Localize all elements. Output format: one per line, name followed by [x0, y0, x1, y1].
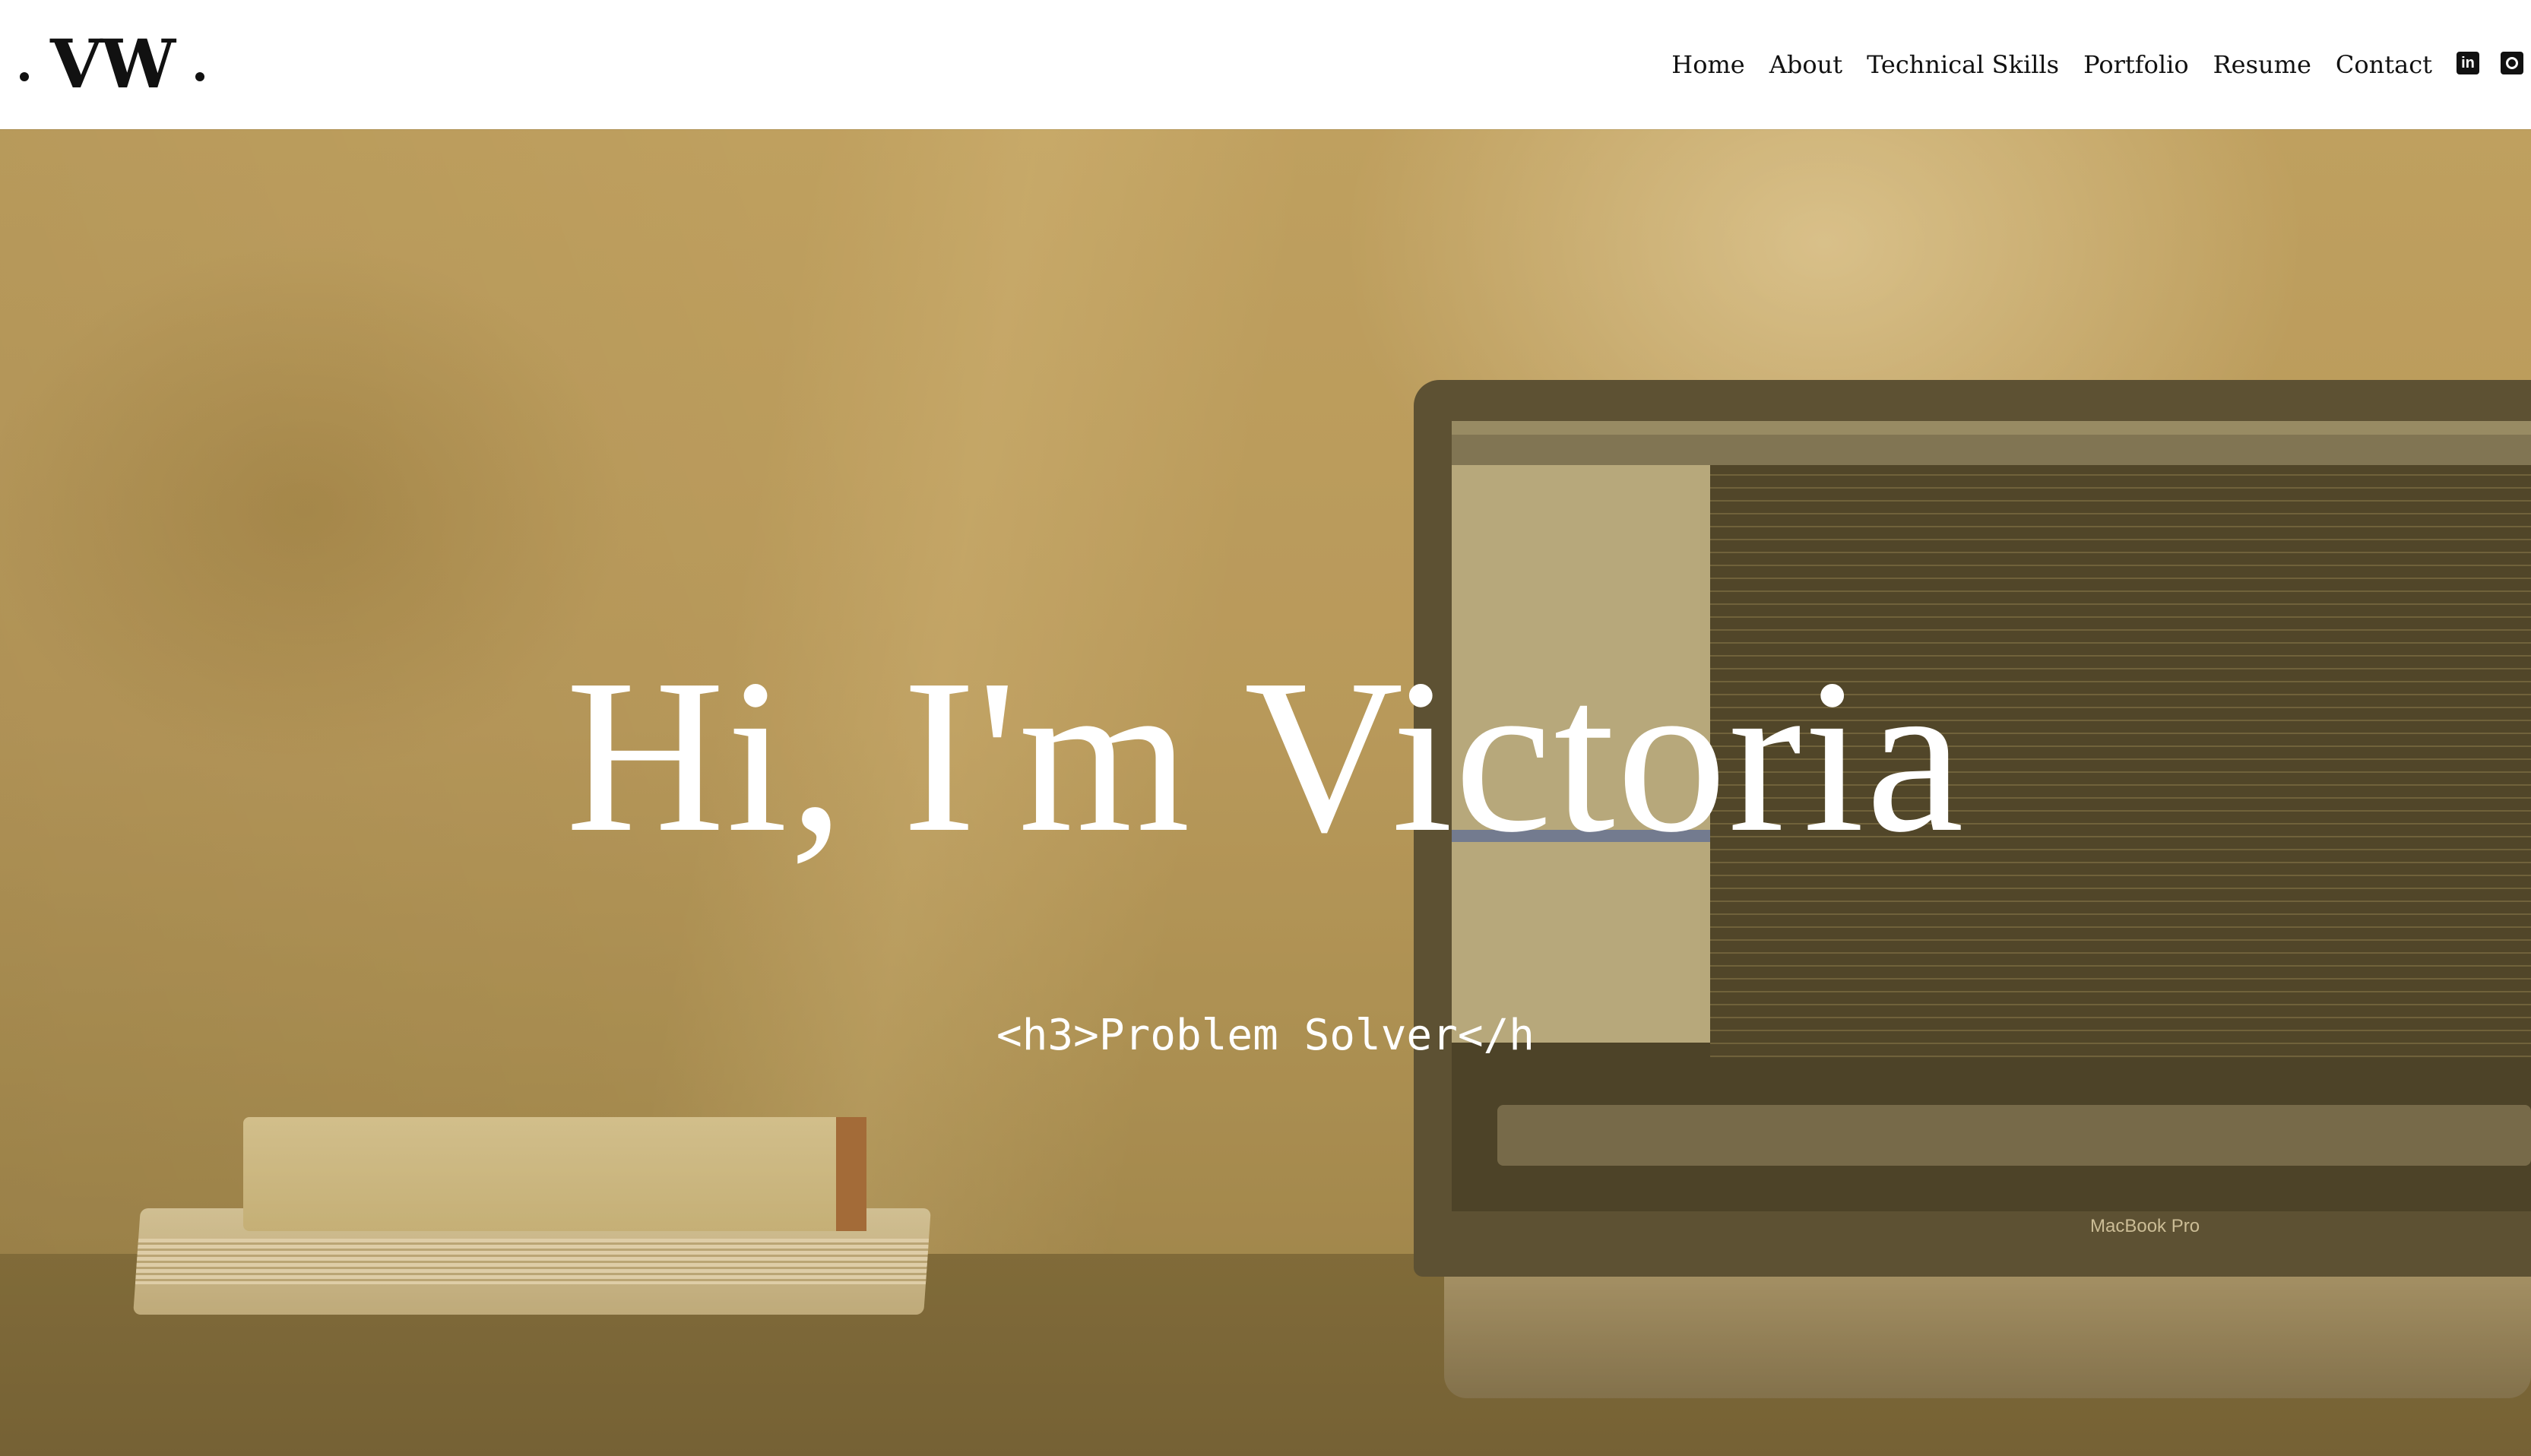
logo-dot-right	[195, 72, 205, 81]
nav-home[interactable]: Home	[1671, 50, 1744, 79]
nav-about[interactable]: About	[1769, 50, 1842, 79]
hero-title: Hi, I'm Victoria	[565, 634, 1966, 878]
github-icon-core	[2508, 59, 2516, 67]
linkedin-icon[interactable]: in	[2457, 52, 2479, 74]
nav-technical-skills[interactable]: Technical Skills	[1867, 50, 2059, 79]
nav-portfolio[interactable]: Portfolio	[2083, 50, 2189, 79]
nav-resume[interactable]: Resume	[2213, 50, 2311, 79]
nav-contact[interactable]: Contact	[2336, 50, 2432, 79]
github-icon[interactable]	[2501, 52, 2523, 74]
site-logo[interactable]: VW	[20, 24, 205, 103]
logo-dot-left	[20, 72, 29, 81]
social-links: in	[2457, 52, 2523, 74]
main-nav: Home About Technical Skills Portfolio Re…	[1671, 41, 2432, 88]
hero-subtitle: <h3>Problem Solver</h	[996, 1011, 1535, 1060]
logo-text: VW	[50, 24, 176, 103]
site-header: VW Home About Technical Skills Portfolio…	[0, 0, 2531, 129]
hero-section: MacBook Pro Hi, I'm Victoria <h3>Problem…	[0, 129, 2531, 1456]
